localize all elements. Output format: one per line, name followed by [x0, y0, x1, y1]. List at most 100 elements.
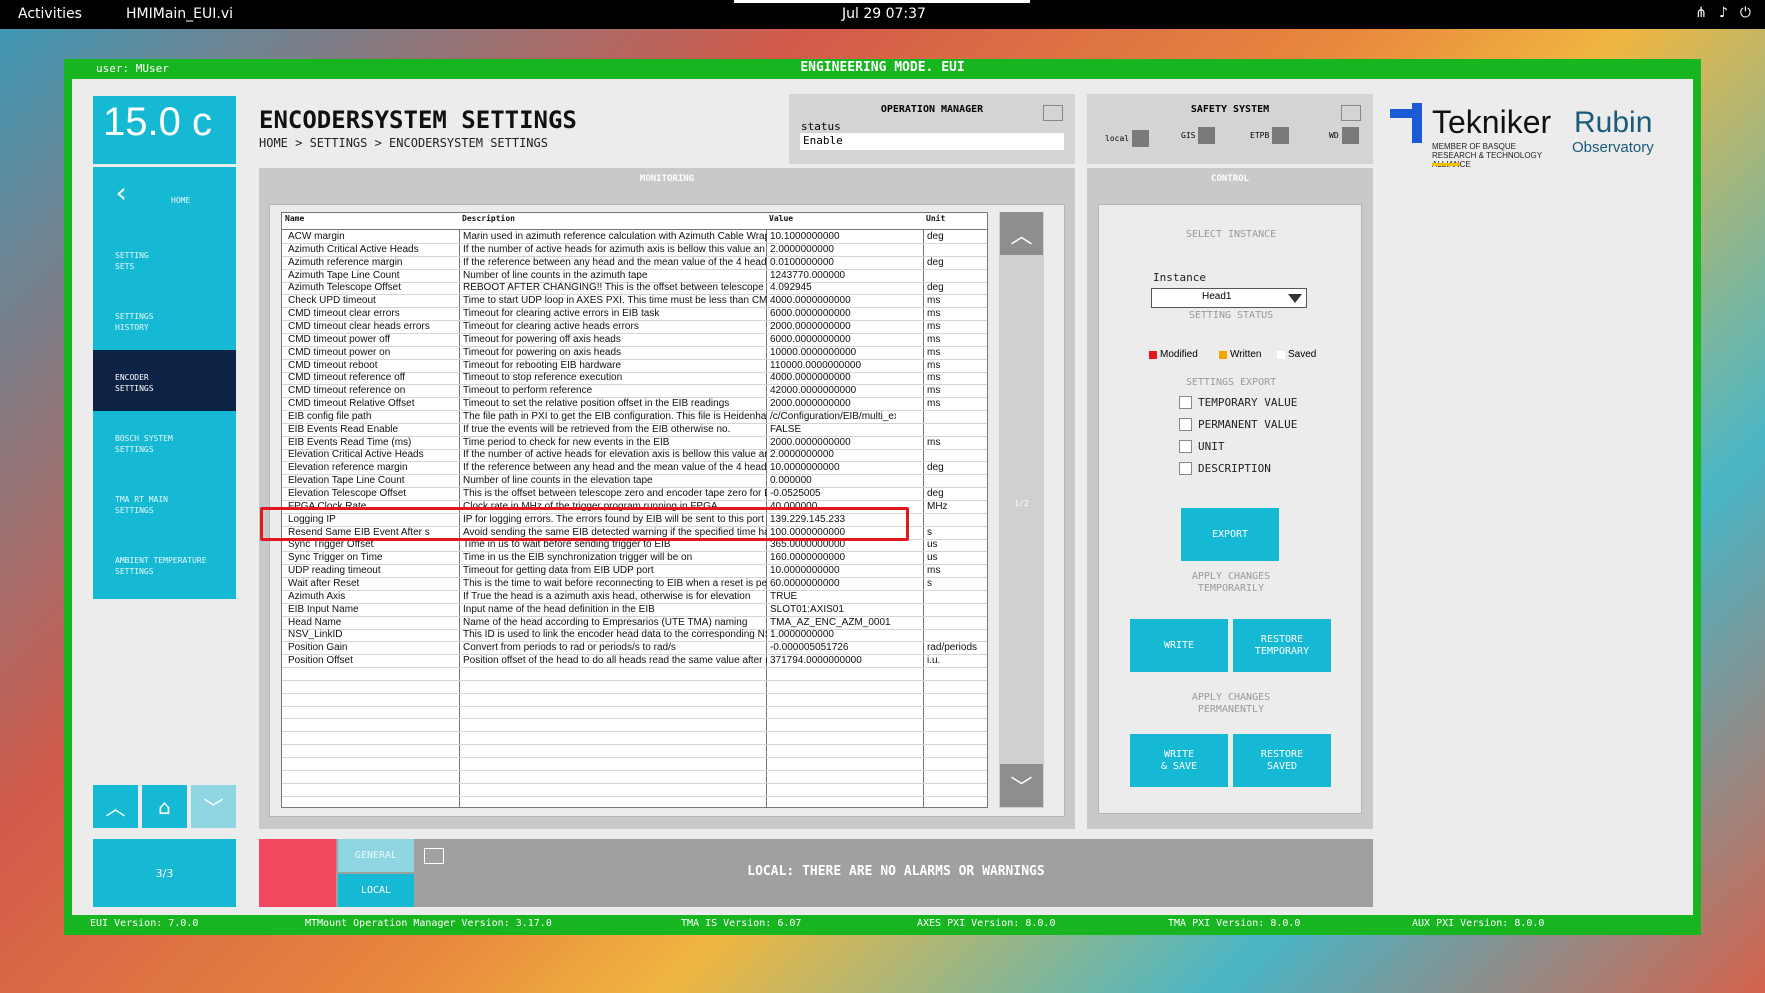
- table-row[interactable]: CMD timeout power on Timeout for powering…: [282, 347, 987, 360]
- restore-temporary-button[interactable]: RESTORE TEMPORARY: [1233, 619, 1331, 672]
- table-cell: FALSE: [770, 423, 802, 435]
- nav-down-button[interactable]: ﹀: [191, 785, 236, 828]
- cursor-icon[interactable]: [1341, 105, 1361, 121]
- table-row[interactable]: Sync Trigger on Time Time in us the EIB s…: [282, 552, 987, 566]
- table-row[interactable]: CMD timeout Relative Offset Timeout to se…: [282, 398, 987, 412]
- table-row[interactable]: CMD timeout clear errors Timeout for clea…: [282, 308, 987, 322]
- legend-written: Written: [1219, 349, 1262, 360]
- table-row[interactable]: Azimuth Tape Line Count Number of line co…: [282, 270, 987, 283]
- table-cell: Timeout for clearing active errors in EI…: [463, 308, 660, 320]
- table-cell: Marin used in azimuth reference calculat…: [463, 231, 767, 242]
- table-row[interactable]: Azimuth Telescope Offset REBOOT AFTER CHA…: [282, 282, 987, 296]
- nav-home-button[interactable]: ⌂: [142, 785, 187, 828]
- table-row[interactable]: Azimuth reference margin If the reference…: [282, 257, 987, 270]
- column-header[interactable]: Name: [285, 214, 304, 223]
- table-cell: CMD timeout reference off: [288, 372, 406, 384]
- activities-button[interactable]: Activities: [18, 6, 82, 22]
- table-row[interactable]: Position Offset Position offset of the he…: [282, 655, 987, 669]
- nav-up-button[interactable]: ︿: [93, 785, 138, 828]
- table-cell: Position Offset: [288, 655, 353, 667]
- table-row[interactable]: ACW margin Marin used in azimuth referenc…: [282, 231, 987, 244]
- table-row[interactable]: CMD timeout power off Timeout for powerin…: [282, 334, 987, 347]
- nav-encoder-settings[interactable]: ENCODER SETTINGS: [93, 350, 236, 416]
- table-cell: ms: [927, 320, 941, 332]
- export-button[interactable]: EXPORT: [1181, 508, 1279, 561]
- table-row[interactable]: EIB Events Read Time (ms) Time period to …: [282, 437, 987, 450]
- general-alarms-tab[interactable]: GENERAL: [338, 839, 414, 872]
- nav-setting-sets[interactable]: SETTING SETS: [93, 228, 236, 294]
- table-row[interactable]: CMD timeout reboot Timeout for rebooting …: [282, 360, 987, 373]
- table-row[interactable]: Wait after Reset This is the time to wait…: [282, 578, 987, 591]
- instance-select[interactable]: Head1: [1151, 288, 1307, 308]
- table-cell: EIB config file path: [288, 410, 372, 422]
- table-cell: EIB Events Read Time (ms): [288, 436, 412, 448]
- table-cell: If true the events will be retrieved fro…: [463, 423, 731, 435]
- home-nav-button[interactable]: ‹ HOME: [93, 167, 236, 233]
- nav-settings-history[interactable]: SETTINGS HISTORY: [93, 289, 236, 355]
- table-cell: CMD timeout Relative Offset: [288, 398, 415, 410]
- table-row[interactable]: Elevation reference margin If the referen…: [282, 462, 987, 476]
- nav-tma-rt-settings[interactable]: TMA RT MAIN SETTINGS: [93, 472, 236, 538]
- export-unit-checkbox[interactable]: UNIT: [1179, 440, 1225, 453]
- write-button[interactable]: WRITE: [1130, 619, 1228, 672]
- version-bar: EUI Version: 7.0.0 MTMount Operation Man…: [64, 918, 1701, 934]
- export-permanent-checkbox[interactable]: PERMANENT VALUE: [1179, 418, 1297, 431]
- table-row-empty: [282, 784, 987, 797]
- table-row[interactable]: Elevation Telescope Offset This is the of…: [282, 488, 987, 501]
- table-cell: CMD timeout power on: [288, 346, 391, 358]
- instance-value: Head1: [1202, 291, 1232, 302]
- nav-bosch-settings[interactable]: BOSCH SYSTEM SETTINGS: [93, 411, 236, 477]
- nav-ambient-settings[interactable]: AMBIENT TEMPERATURE SETTINGS: [93, 533, 236, 599]
- table-row[interactable]: CMD timeout reference on Timeout to perfo…: [282, 385, 987, 399]
- table-row[interactable]: CMD timeout clear heads errors Timeout fo…: [282, 321, 987, 334]
- version-eui: EUI Version: 7.0.0: [90, 918, 199, 929]
- clock[interactable]: Jul 29 07:37: [842, 6, 926, 22]
- table-row[interactable]: Azimuth Axis If True the head is a azimut…: [282, 591, 987, 604]
- app-menu[interactable]: HMIMain_EUI.vi: [126, 6, 233, 22]
- table-row[interactable]: Elevation Critical Active Heads If the nu…: [282, 449, 987, 463]
- table-cell: CMD timeout clear errors: [288, 308, 400, 320]
- table-cell: Head Name: [288, 616, 342, 628]
- alarm-status-indicator: [259, 839, 336, 907]
- operation-manager-panel: OPERATION MANAGER status Enable: [789, 94, 1075, 164]
- table-row[interactable]: UDP reading timeout Timeout for getting d…: [282, 565, 987, 579]
- table-row[interactable]: EIB Input Name Input name of the head def…: [282, 604, 987, 617]
- table-row[interactable]: EIB Events Read Enable If true the events…: [282, 424, 987, 437]
- cursor-icon[interactable]: [1043, 105, 1063, 121]
- alarm-bar: GENERAL LOCAL LOCAL: THERE ARE NO ALARMS…: [259, 839, 1373, 907]
- restore-saved-button[interactable]: RESTORE SAVED: [1233, 734, 1331, 787]
- table-cell: Timeout for clearing active heads errors: [463, 320, 639, 332]
- table-row[interactable]: CMD timeout reference off Timeout to stop…: [282, 372, 987, 386]
- table-cell: 10.1000000000: [770, 231, 840, 242]
- column-header[interactable]: Description: [462, 214, 515, 223]
- table-row[interactable]: EIB config file path The file path in PXI…: [282, 411, 987, 424]
- table-row[interactable]: Sync Trigger Offset Time in us to wait be…: [282, 539, 987, 553]
- table-cell: 2000.0000000000: [770, 320, 851, 332]
- table-scrollbar[interactable]: ︿ 1/2 ﹀: [999, 212, 1044, 808]
- scroll-up-button[interactable]: ︿: [1000, 212, 1043, 255]
- local-alarms-tab[interactable]: LOCAL: [338, 874, 414, 907]
- table-row[interactable]: Head Name Name of the head according to E…: [282, 617, 987, 630]
- table-row[interactable]: Azimuth Critical Active Heads If the numb…: [282, 244, 987, 257]
- system-tray[interactable]: ⋔ ♪ ⏻: [1695, 5, 1751, 21]
- table-row[interactable]: Check UPD timeout Time to start UDP loop …: [282, 295, 987, 309]
- table-cell: 10.0000000000: [770, 565, 840, 577]
- table-row[interactable]: NSV_LinkID This ID is used to link the en…: [282, 629, 987, 643]
- table-cell: ms: [927, 308, 941, 320]
- version-tma-is: TMA IS Version: 6.07: [681, 918, 802, 929]
- export-description-checkbox[interactable]: DESCRIPTION: [1179, 462, 1271, 475]
- scroll-down-button[interactable]: ﹀: [1000, 764, 1043, 807]
- export-temporary-checkbox[interactable]: TEMPORARY VALUE: [1179, 396, 1297, 409]
- table-cell: Input name of the head definition in the…: [463, 603, 655, 615]
- table-row[interactable]: Position Gain Convert from periods to rad…: [282, 642, 987, 656]
- table-cell: TMA_AZ_ENC_AZM_0001: [770, 616, 891, 628]
- column-header[interactable]: Unit: [926, 214, 945, 223]
- table-row[interactable]: Elevation Tape Line Count Number of line …: [282, 475, 987, 489]
- table-cell: CMD timeout clear heads errors: [288, 320, 430, 332]
- table-cell: Elevation Critical Active Heads: [288, 449, 424, 461]
- table-cell: 6000.0000000000: [770, 308, 851, 320]
- table-cell: ACW margin: [288, 231, 345, 242]
- cursor-icon[interactable]: [424, 848, 444, 864]
- write-save-button[interactable]: WRITE & SAVE: [1130, 734, 1228, 787]
- column-header[interactable]: Value: [769, 214, 793, 223]
